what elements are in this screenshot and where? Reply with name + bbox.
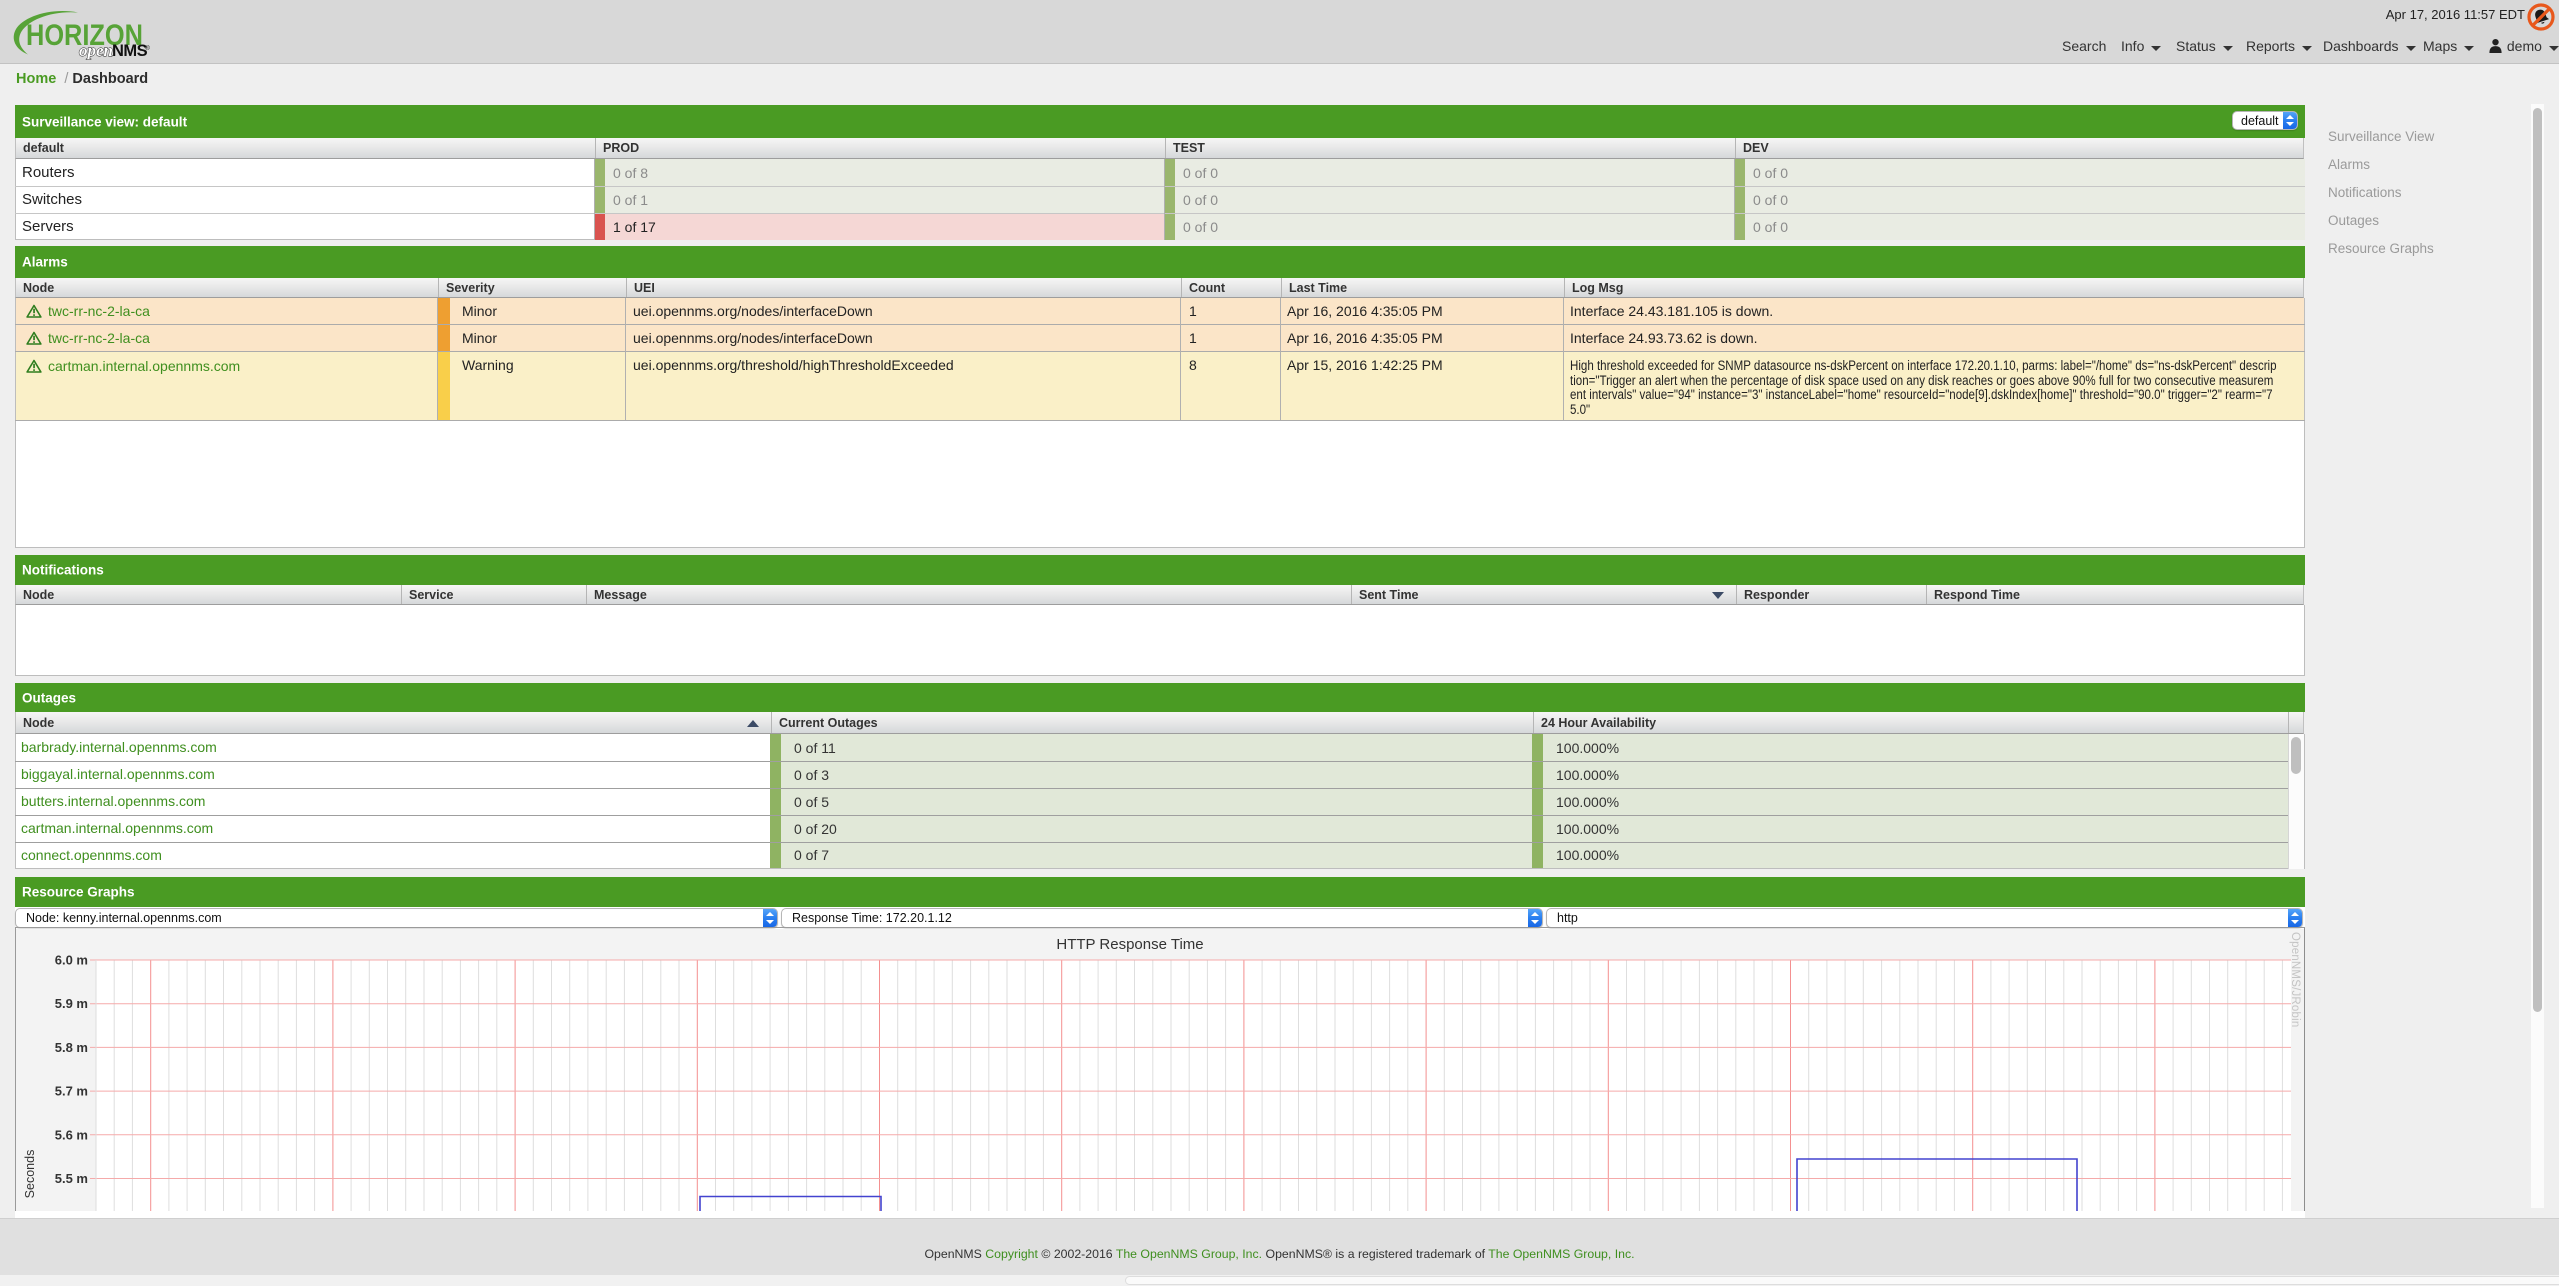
svg-text:5.6 m: 5.6 m: [55, 1127, 88, 1142]
svg-text:5.5 m: 5.5 m: [55, 1171, 88, 1186]
svg-text:6.0 m: 6.0 m: [55, 953, 88, 968]
svg-text:open: open: [79, 41, 113, 60]
svg-text:NMS: NMS: [112, 42, 148, 60]
svg-text:HTTP Response Time: HTTP Response Time: [1056, 936, 1203, 953]
svg-text:OpenNMS/JRobin: OpenNMS/JRobin: [2289, 932, 2301, 1027]
svg-text:5.7 m: 5.7 m: [55, 1084, 88, 1099]
svg-text:5.8 m: 5.8 m: [55, 1040, 88, 1055]
svg-text:®: ®: [145, 44, 150, 52]
svg-text:Seconds: Seconds: [23, 1150, 37, 1199]
svg-text:5.9 m: 5.9 m: [55, 996, 88, 1011]
